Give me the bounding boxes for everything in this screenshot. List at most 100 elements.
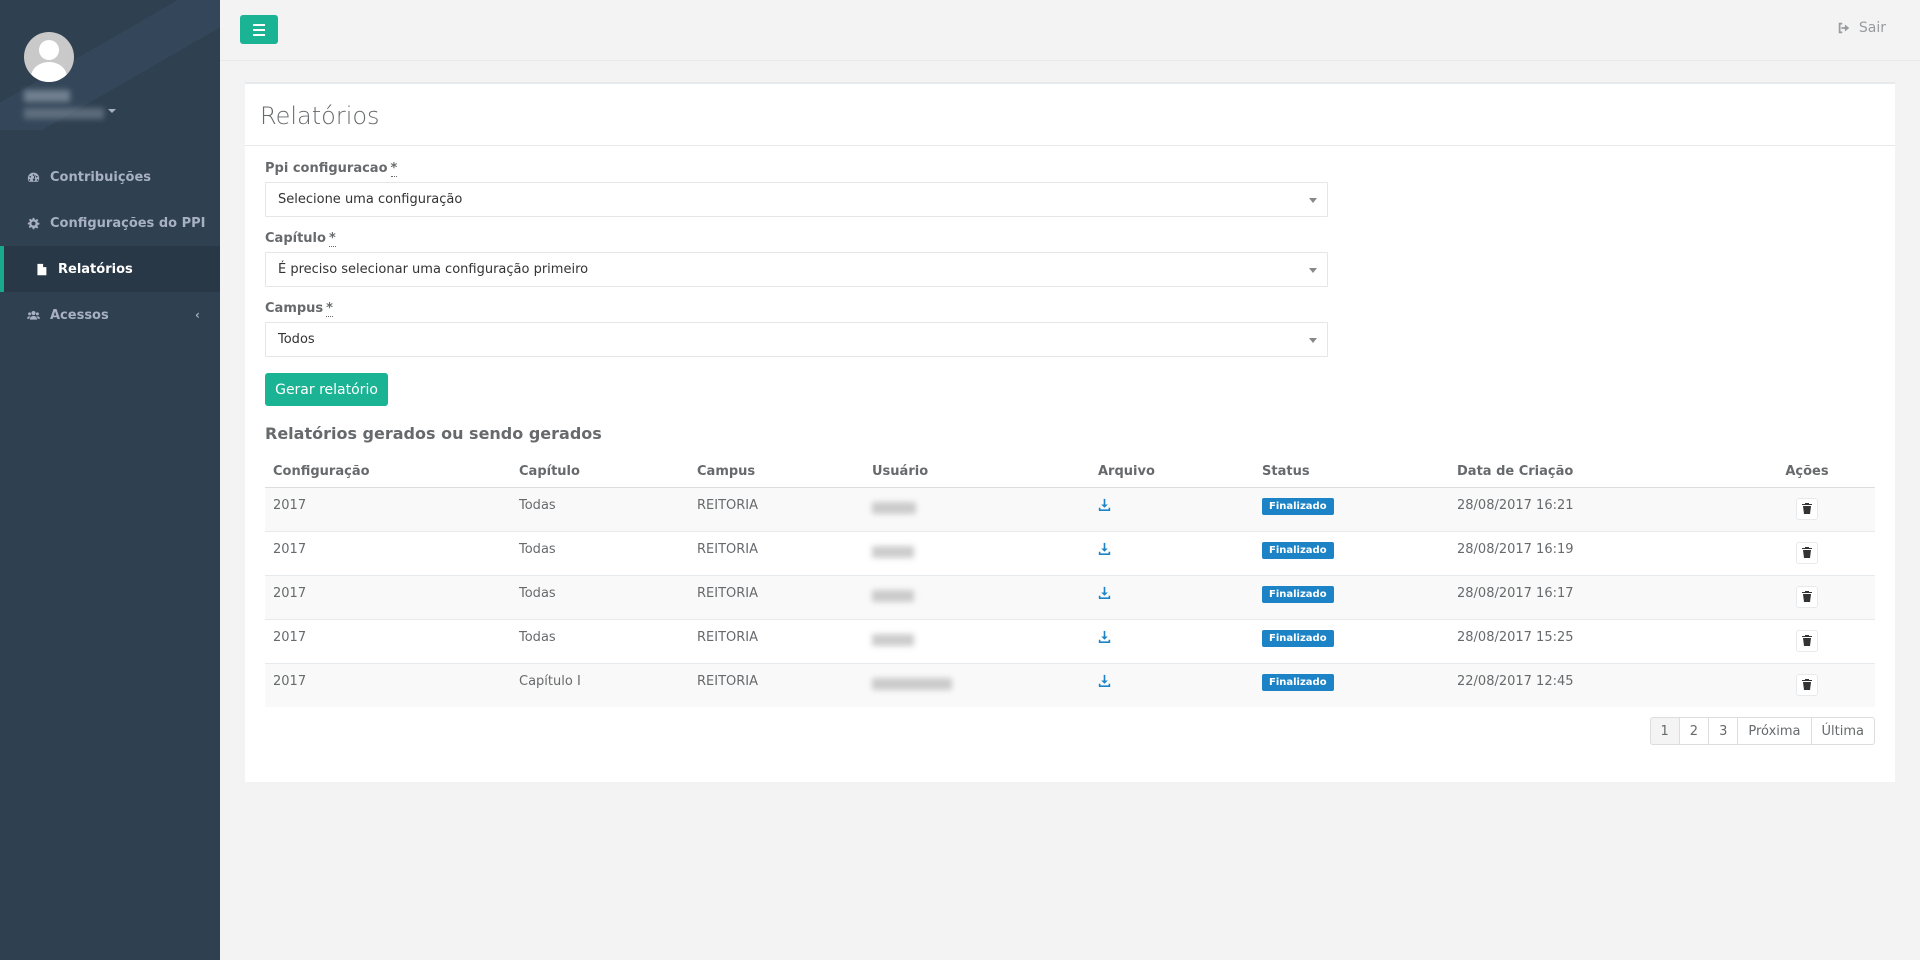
trash-icon	[1802, 679, 1812, 690]
config-label: Ppi configuracao *	[265, 161, 398, 177]
cell-status: Finalizado	[1254, 574, 1449, 619]
cell-user	[864, 618, 1090, 663]
profile-role-redacted[interactable]	[24, 108, 104, 119]
cell-user	[864, 662, 1090, 707]
sidebar-item-contribuicoes[interactable]: Contribuições	[0, 154, 220, 200]
menu-toggle-button[interactable]	[240, 15, 278, 44]
campus-field-group: Campus * Todos	[265, 301, 1875, 357]
cell-actions	[1739, 486, 1875, 531]
cell-chapter: Todas	[511, 574, 689, 619]
status-badge: Finalizado	[1262, 541, 1334, 559]
trash-icon	[1802, 503, 1812, 514]
cell-config: 2017	[265, 574, 511, 619]
column-header: Campus	[689, 457, 864, 488]
cell-date: 28/08/2017 16:21	[1449, 486, 1739, 531]
sidebar: Contribuições Configurações do PPI Relat…	[0, 0, 220, 960]
cell-actions	[1739, 662, 1875, 707]
caret-down-icon	[1309, 268, 1317, 273]
reports-table: Configuração Capítulo Campus Usuário Arq…	[265, 457, 1875, 707]
page-title: Relatórios	[260, 102, 380, 130]
pagination: 1 2 3 Próxima Última	[1649, 717, 1875, 745]
sidebar-item-label: Contribuições	[50, 169, 152, 185]
cell-status: Finalizado	[1254, 618, 1449, 663]
cell-date: 28/08/2017 16:19	[1449, 530, 1739, 575]
cell-config: 2017	[265, 486, 511, 531]
cell-file	[1090, 486, 1254, 531]
cell-user	[864, 574, 1090, 619]
table-header-row: Configuração Capítulo Campus Usuário Arq…	[265, 457, 1875, 488]
sidebar-item-label: Relatórios	[58, 261, 133, 277]
table-row: 2017 Capítulo I REITORIA Finalizado 22/0…	[265, 662, 1875, 707]
cell-config: 2017	[265, 662, 511, 707]
column-header: Capítulo	[511, 457, 689, 488]
top-navbar: Sair	[220, 0, 1920, 61]
chapter-select[interactable]: É preciso selecionar uma configuração pr…	[265, 252, 1328, 287]
page-3-link[interactable]: 3	[1708, 717, 1739, 745]
page-2-link[interactable]: 2	[1678, 717, 1710, 745]
trash-icon	[1802, 635, 1812, 646]
config-select[interactable]: Selecione uma configuração	[265, 182, 1328, 217]
logout-link[interactable]: Sair	[1837, 20, 1886, 36]
cell-actions	[1739, 530, 1875, 575]
download-icon[interactable]	[1098, 586, 1111, 603]
delete-button[interactable]	[1796, 541, 1818, 564]
sidebar-item-acessos[interactable]: Acessos ‹	[0, 292, 220, 338]
column-header: Ações	[1739, 457, 1875, 488]
cell-chapter: Capítulo I	[511, 662, 689, 707]
cell-date: 22/08/2017 12:45	[1449, 662, 1739, 707]
column-header: Configuração	[265, 457, 511, 488]
last-page-link[interactable]: Última	[1810, 717, 1875, 745]
chapter-field-group: Capítulo * É preciso selecionar uma confi…	[265, 231, 1875, 287]
chapter-label: Capítulo *	[265, 231, 336, 247]
status-badge: Finalizado	[1262, 629, 1334, 647]
column-header: Status	[1254, 457, 1449, 488]
page-1-link[interactable]: 1	[1649, 717, 1680, 745]
required-marker: *	[390, 161, 398, 177]
cell-actions	[1739, 574, 1875, 619]
download-icon[interactable]	[1098, 542, 1111, 559]
cell-campus: REITORIA	[689, 530, 864, 575]
reports-panel: Relatórios Ppi configuracao * Selecione u…	[245, 82, 1895, 782]
delete-button[interactable]	[1796, 497, 1818, 520]
sidebar-item-configuracoes[interactable]: Configurações do PPI	[0, 200, 220, 246]
redacted-user	[872, 545, 914, 558]
caret-down-icon	[1309, 338, 1317, 343]
next-page-link[interactable]: Próxima	[1737, 717, 1812, 745]
sidebar-item-relatorios[interactable]: Relatórios	[0, 246, 220, 292]
cell-campus: REITORIA	[689, 486, 864, 531]
sidebar-nav: Contribuições Configurações do PPI Relat…	[0, 154, 220, 338]
delete-button[interactable]	[1796, 673, 1818, 696]
required-marker: *	[326, 301, 333, 317]
avatar[interactable]	[24, 32, 74, 82]
status-badge: Finalizado	[1262, 673, 1334, 691]
redacted-user	[872, 501, 916, 514]
sign-out-icon	[1838, 22, 1850, 34]
chevron-left-icon: ‹	[195, 308, 200, 322]
profile-name-redacted[interactable]	[24, 90, 70, 102]
download-icon[interactable]	[1098, 630, 1111, 647]
users-icon	[26, 308, 40, 322]
file-icon	[34, 262, 48, 276]
column-header: Data de Criação	[1449, 457, 1739, 488]
cell-file	[1090, 662, 1254, 707]
generate-report-button[interactable]: Gerar relatório	[265, 373, 388, 406]
download-icon[interactable]	[1098, 498, 1111, 515]
cell-status: Finalizado	[1254, 530, 1449, 575]
delete-button[interactable]	[1796, 585, 1818, 608]
config-field-group: Ppi configuracao * Selecione uma configur…	[265, 161, 1875, 217]
column-header: Arquivo	[1090, 457, 1254, 488]
campus-label: Campus *	[265, 301, 333, 317]
logout-label: Sair	[1858, 20, 1886, 36]
cell-user	[864, 486, 1090, 531]
caret-down-icon	[1309, 198, 1317, 203]
campus-select[interactable]: Todos	[265, 322, 1328, 357]
delete-button[interactable]	[1796, 629, 1818, 652]
redacted-user	[872, 589, 914, 602]
column-header: Usuário	[864, 457, 1090, 488]
download-icon[interactable]	[1098, 674, 1111, 691]
caret-down-icon[interactable]	[108, 109, 116, 113]
trash-icon	[1802, 547, 1812, 558]
cell-file	[1090, 574, 1254, 619]
status-badge: Finalizado	[1262, 585, 1334, 603]
panel-body: Ppi configuracao * Selecione uma configur…	[245, 146, 1895, 722]
